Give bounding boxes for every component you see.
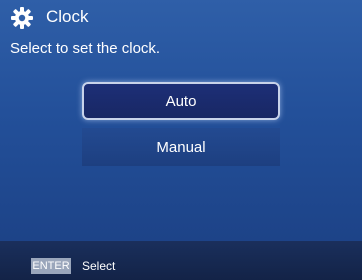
enter-key-badge: ENTER: [31, 258, 71, 274]
instruction-text: Select to set the clock.: [10, 40, 161, 57]
page-title: Clock: [46, 7, 89, 26]
auto-button[interactable]: Auto: [82, 82, 280, 120]
footer-bar: ENTER Select: [0, 241, 362, 280]
gear-icon: [10, 6, 34, 30]
clock-settings-screen: Clock Select to set the clock. Auto Manu…: [0, 0, 362, 280]
manual-button[interactable]: Manual: [82, 128, 280, 166]
footer-action-label: Select: [82, 259, 116, 273]
header: Clock: [0, 0, 362, 38]
